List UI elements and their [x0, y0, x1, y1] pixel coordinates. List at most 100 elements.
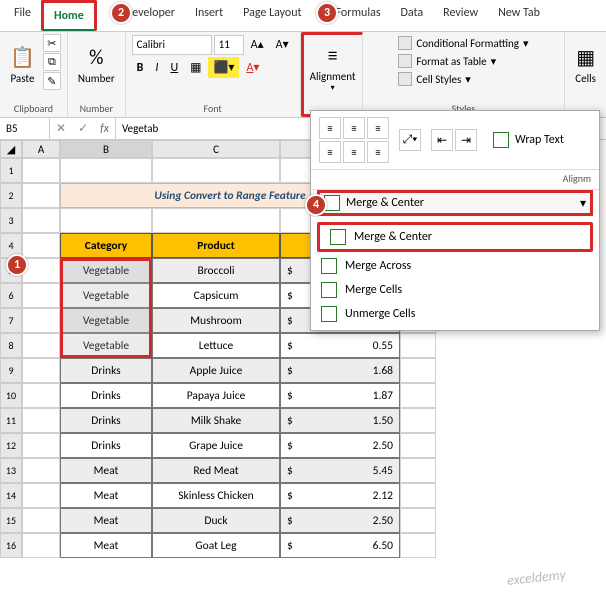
row-header[interactable]: 7	[0, 308, 22, 333]
cell-product[interactable]: Lettuce	[152, 333, 280, 358]
row-header[interactable]: 3	[0, 208, 22, 233]
cell-category[interactable]: Drinks	[60, 408, 152, 433]
cell-a15[interactable]	[22, 508, 60, 533]
col-header-a[interactable]: A	[22, 140, 60, 158]
cell-category[interactable]: Meat	[60, 533, 152, 558]
row-header[interactable]: 10	[0, 383, 22, 408]
enter-icon[interactable]: ✓	[72, 121, 94, 136]
cell-f16[interactable]	[400, 533, 436, 558]
cell-product[interactable]: Papaya Juice	[152, 383, 280, 408]
cell-category[interactable]: Meat	[60, 483, 152, 508]
format-painter-button[interactable]: ✎	[43, 72, 61, 90]
tab-home[interactable]: Home	[41, 0, 97, 31]
cell-price[interactable]: $2.50	[280, 508, 400, 533]
cell-price[interactable]: $1.87	[280, 383, 400, 408]
cell-a6[interactable]	[22, 283, 60, 308]
font-color-button[interactable]: A▾	[241, 57, 264, 78]
font-size-select[interactable]	[214, 35, 244, 55]
cell-blank[interactable]	[152, 208, 280, 233]
bold-button[interactable]: B	[132, 58, 149, 78]
tab-insert[interactable]: Insert	[185, 0, 233, 31]
cell-f15[interactable]	[400, 508, 436, 533]
cell-product[interactable]: Skinless Chicken	[152, 483, 280, 508]
copy-button[interactable]: ⧉	[43, 53, 61, 71]
cancel-icon[interactable]: ✕	[50, 121, 72, 136]
cell-a1[interactable]	[22, 158, 60, 183]
cell-a7[interactable]	[22, 308, 60, 333]
cell-price[interactable]: $1.50	[280, 408, 400, 433]
menu-merge-cells[interactable]: Merge Cells	[311, 278, 599, 302]
cell-b1[interactable]	[60, 158, 152, 183]
row-header[interactable]: 2	[0, 183, 22, 208]
fx-icon[interactable]: fx	[94, 118, 116, 139]
cell-category[interactable]: Meat	[60, 508, 152, 533]
align-top-center[interactable]: ≡	[343, 117, 365, 139]
cell-category[interactable]: Drinks	[60, 358, 152, 383]
border-button[interactable]: ▦	[185, 57, 206, 78]
cell-product[interactable]: Grape Juice	[152, 433, 280, 458]
row-header[interactable]: 14	[0, 483, 22, 508]
cell-a4[interactable]	[22, 233, 60, 258]
align-bottom-right[interactable]: ≡	[367, 141, 389, 163]
row-header[interactable]: 12	[0, 433, 22, 458]
decrease-indent[interactable]: ⇤	[431, 129, 453, 151]
cell-f9[interactable]	[400, 358, 436, 383]
underline-button[interactable]: U	[165, 58, 183, 78]
cell-price[interactable]: $0.55	[280, 333, 400, 358]
cell-category[interactable]: Vegetable	[60, 308, 152, 333]
cell-product[interactable]: Mushroom	[152, 308, 280, 333]
cell-a11[interactable]	[22, 408, 60, 433]
orientation-button[interactable]: ⤢▾	[399, 129, 421, 151]
col-header-c[interactable]: C	[152, 140, 280, 158]
cell-product[interactable]: Duck	[152, 508, 280, 533]
cell-a9[interactable]	[22, 358, 60, 383]
increase-indent[interactable]: ⇥	[455, 129, 477, 151]
cell-c1[interactable]	[152, 158, 280, 183]
cell-price[interactable]: $5.45	[280, 458, 400, 483]
cell-blank[interactable]	[60, 208, 152, 233]
format-as-table-button[interactable]: Format as Table ▾	[394, 52, 532, 70]
align-bottom-center[interactable]: ≡	[343, 141, 365, 163]
merge-center-dropdown[interactable]: Merge & Center▾	[317, 190, 593, 216]
menu-unmerge-cells[interactable]: Unmerge Cells	[311, 302, 599, 326]
select-all-corner[interactable]: ◢	[0, 140, 22, 158]
col-header-b[interactable]: B	[60, 140, 152, 158]
tab-review[interactable]: Review	[433, 0, 488, 31]
cell-product[interactable]: Milk Shake	[152, 408, 280, 433]
cut-button[interactable]: ✂	[43, 34, 61, 52]
cell-a13[interactable]	[22, 458, 60, 483]
align-top-left[interactable]: ≡	[319, 117, 341, 139]
cell-f11[interactable]	[400, 408, 436, 433]
decrease-font-button[interactable]: A▾	[271, 34, 294, 55]
italic-button[interactable]: I	[150, 58, 163, 78]
cell-blank[interactable]	[22, 208, 60, 233]
cell-price[interactable]: $2.12	[280, 483, 400, 508]
row-header[interactable]: 11	[0, 408, 22, 433]
cell-category[interactable]: Vegetable	[60, 258, 152, 283]
cell-category[interactable]: Meat	[60, 458, 152, 483]
tab-new[interactable]: New Tab	[488, 0, 550, 31]
cells-button[interactable]: ▦Cells	[571, 34, 600, 96]
row-header[interactable]: 8	[0, 333, 22, 358]
cell-price[interactable]: $6.50	[280, 533, 400, 558]
cell-f10[interactable]	[400, 383, 436, 408]
increase-font-button[interactable]: A▴	[246, 34, 269, 55]
align-top-right[interactable]: ≡	[367, 117, 389, 139]
cell-product[interactable]: Red Meat	[152, 458, 280, 483]
font-name-select[interactable]	[132, 35, 212, 55]
row-header[interactable]: 6	[0, 283, 22, 308]
name-box[interactable]	[0, 118, 50, 139]
cell-category[interactable]: Vegetable	[60, 333, 152, 358]
cell-styles-button[interactable]: Cell Styles ▾	[394, 70, 532, 88]
tab-page-layout[interactable]: Page Layout	[233, 0, 311, 31]
row-header[interactable]: 15	[0, 508, 22, 533]
cell-price[interactable]: $2.50	[280, 433, 400, 458]
cell-product[interactable]: Broccoli	[152, 258, 280, 283]
cell-f12[interactable]	[400, 433, 436, 458]
cell-f13[interactable]	[400, 458, 436, 483]
tab-file[interactable]: File	[4, 0, 41, 31]
paste-button[interactable]: 📋Paste	[6, 34, 39, 96]
tab-data[interactable]: Data	[391, 0, 434, 31]
cell-price[interactable]: $1.68	[280, 358, 400, 383]
cell-category[interactable]: Drinks	[60, 383, 152, 408]
